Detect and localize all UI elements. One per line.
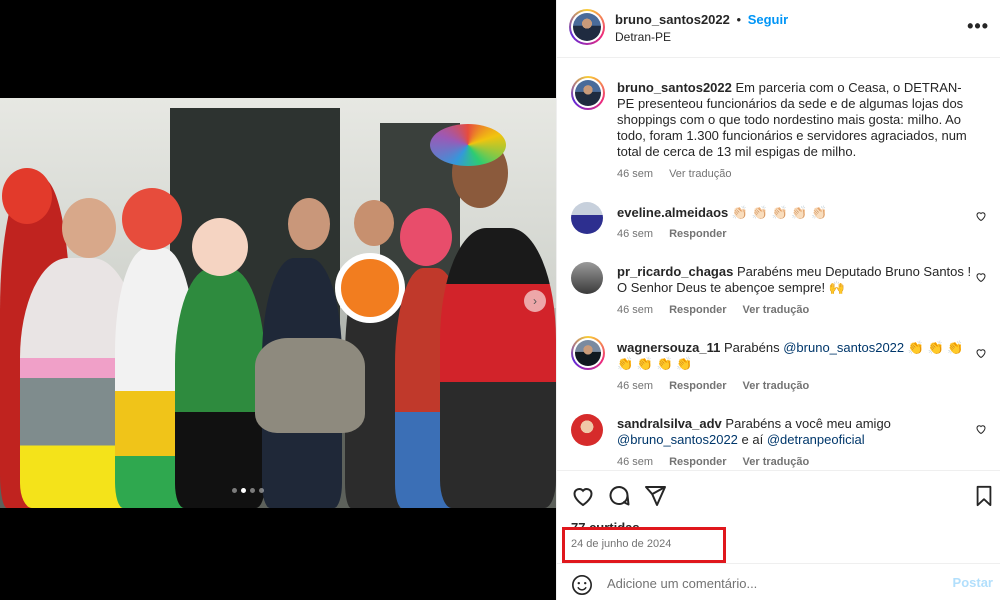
heart-icon[interactable] [975,423,987,435]
carousel-dot [232,488,237,493]
post-media: › [0,0,556,600]
more-options-icon[interactable]: ••• [967,16,989,37]
post-sidebar: bruno_santos2022 • Seguir Detran-PE ••• … [556,0,1000,600]
commenter-avatar[interactable] [571,414,603,446]
separator-dot: • [736,12,742,27]
author-username[interactable]: bruno_santos2022 [615,12,730,27]
author-avatar[interactable] [569,9,605,45]
comment-time[interactable]: 46 sem [617,380,653,392]
post-date[interactable]: 24 de junho de 2024 [571,538,671,550]
share-icon[interactable] [643,484,667,508]
heart-icon[interactable] [975,271,987,283]
post-photo[interactable] [0,98,556,508]
heart-icon[interactable] [975,347,987,359]
comment-item: pr_ricardo_chagas Parabéns meu Deputado … [571,260,991,326]
comment-mention[interactable]: @detranpeoficial [767,432,865,447]
comment-mention[interactable]: @bruno_santos2022 [783,340,904,355]
translate-link[interactable]: Ver tradução [743,380,810,392]
woman-head [354,200,394,246]
clown-head-green [192,218,248,276]
clown-head-white-glasses [400,208,452,266]
clown-figure-right [440,228,556,508]
smiley-sign [335,253,405,323]
bookmark-icon[interactable] [973,484,995,508]
carousel-dot [250,488,255,493]
translate-link[interactable]: Ver tradução [743,456,810,468]
clown-head-redhair [122,188,182,250]
add-comment-bar: Postar [557,563,1000,600]
commenter-avatar[interactable] [571,202,603,234]
comment-icon[interactable] [607,484,631,508]
caption-meta: 46 sem Ver tradução [617,168,731,180]
heart-icon[interactable] [975,210,987,222]
caption-username[interactable]: bruno_santos2022 [617,80,732,95]
corn-sack [255,338,365,433]
commenter-username[interactable]: wagnersouza_11 [617,340,720,355]
reply-button[interactable]: Responder [669,380,726,392]
post-header: bruno_santos2022 • Seguir Detran-PE ••• [557,0,1000,58]
commenter-avatar[interactable] [571,262,603,294]
emoji-icon[interactable] [571,574,593,596]
comment-time[interactable]: 46 sem [617,228,653,240]
reply-button[interactable]: Responder [669,304,726,316]
post-location[interactable]: Detran-PE [615,30,671,44]
rainbow-wig [430,124,506,166]
clown-head-rainbow [62,198,116,258]
commenter-username[interactable]: eveline.almeidaos [617,205,728,220]
commenter-avatar[interactable] [571,336,605,370]
comment-item: wagnersouza_11 Parabéns @bruno_santos202… [571,336,991,402]
caption-time[interactable]: 46 sem [617,168,653,180]
caption-text-block: bruno_santos2022 Em parceria com o Ceasa… [617,80,977,160]
carousel-indicator [232,488,264,493]
comment-mention[interactable]: @bruno_santos2022 [617,432,738,447]
caption-author-avatar[interactable] [571,76,605,110]
comment-item: sandralsilva_adv Parabéns a você meu ami… [571,412,991,470]
comment-text: Parabéns [723,340,780,355]
caption-translate-link[interactable]: Ver tradução [669,168,731,180]
caption-entry: bruno_santos2022 Em parceria com o Ceasa… [571,76,991,186]
like-heart-icon[interactable] [571,484,595,508]
carousel-dot-active [241,488,246,493]
clown-head-left [2,168,52,224]
carousel-next-button[interactable]: › [524,290,546,312]
post-comment-button[interactable]: Postar [953,575,993,590]
comment-time[interactable]: 46 sem [617,304,653,316]
comment-connector: e aí [741,432,764,447]
comment-time[interactable]: 46 sem [617,456,653,468]
carousel-dot [259,488,264,493]
comments-section: bruno_santos2022 Em parceria com o Ceasa… [557,58,1000,470]
comment-text: Parabéns a você meu amigo [725,416,891,431]
clown-figure-green [175,268,265,508]
translate-link[interactable]: Ver tradução [743,304,810,316]
commenter-username[interactable]: pr_ricardo_chagas [617,264,733,279]
reply-button[interactable]: Responder [669,456,726,468]
reply-button[interactable]: Responder [669,228,726,240]
comment-input[interactable] [607,572,937,594]
comment-item: eveline.almeidaos 👏🏻 👏🏻 👏🏻 👏🏻 👏🏻 46 sem … [571,200,991,250]
commenter-username[interactable]: sandralsilva_adv [617,416,722,431]
comment-text: 👏🏻 👏🏻 👏🏻 👏🏻 👏🏻 [731,205,828,220]
man-in-suit-head [288,198,330,250]
follow-button[interactable]: Seguir [748,12,788,27]
